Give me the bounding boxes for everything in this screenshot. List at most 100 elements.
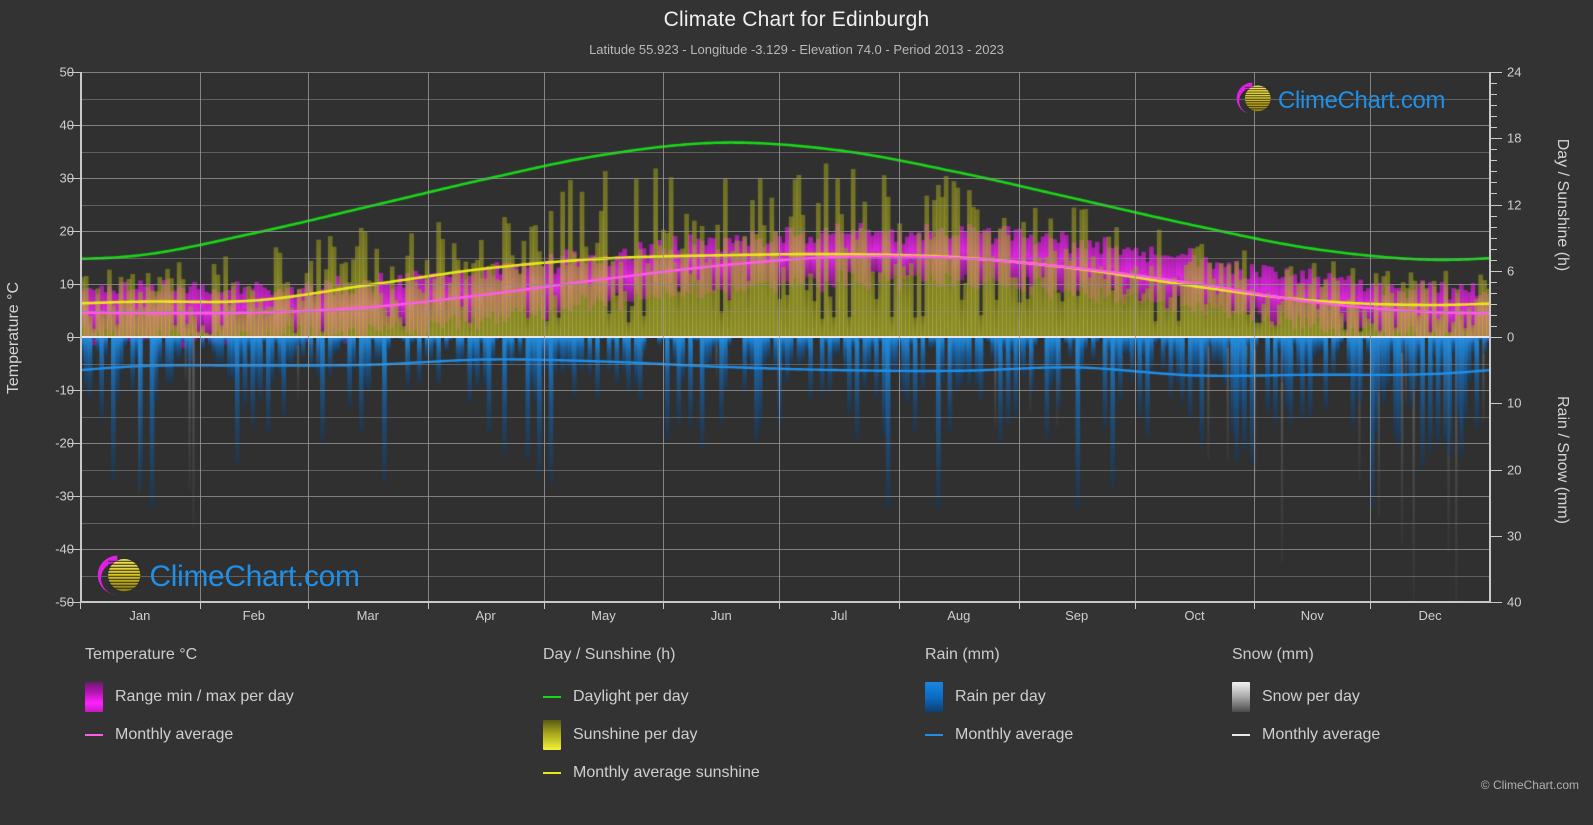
y-axis-right-tick-mark	[1491, 469, 1502, 471]
gridline-vertical	[779, 72, 780, 602]
y-axis-right-minor-tick	[1491, 215, 1497, 217]
y-axis-right-minor-tick	[1491, 127, 1497, 129]
gridline-horizontal	[80, 151, 1490, 153]
y-axis-right-minor-tick	[1491, 160, 1497, 162]
y-axis-right-minor-tick	[1491, 226, 1497, 228]
x-axis-tick-label: Jul	[830, 608, 848, 623]
y-axis-left-tick-label: 0	[14, 330, 74, 345]
page-subtitle: Latitude 55.923 - Longitude -3.129 - Ele…	[589, 42, 1004, 57]
y-axis-right-minor-tick	[1491, 182, 1497, 184]
x-axis-tick-label: Apr	[475, 608, 496, 623]
gridline-vertical	[428, 72, 429, 602]
y-axis-right-minor-tick	[1491, 303, 1497, 305]
y-axis-right-minor-tick	[1491, 237, 1497, 239]
sunshine-swatch-icon	[543, 720, 561, 750]
y-axis-left-tick-label: 10	[59, 276, 74, 292]
y-axis-right-minor-tick	[1491, 149, 1497, 151]
chart-legend: Temperature °C Range min / max per day M…	[0, 646, 1593, 806]
gridline-horizontal	[80, 522, 1490, 524]
legend-item-snow[interactable]: Snow per day	[1232, 678, 1380, 716]
gridline-horizontal	[80, 231, 1490, 232]
y-axis-left-tick-mark	[68, 178, 80, 179]
y-axis-right-minor-tick	[1491, 94, 1497, 96]
y-axis-left-tick-label: 20	[59, 223, 74, 239]
x-axis-tick-mark	[663, 601, 665, 609]
y-axis-right-minor-tick	[1491, 259, 1497, 261]
gridline-horizontal	[80, 363, 1490, 365]
y-axis-left-tick-mark	[68, 496, 80, 497]
legend-label-temp-range: Range min / max per day	[115, 688, 294, 705]
y-axis-right-tick-label: 24	[1507, 64, 1522, 80]
y-axis-right-top-title: Day / Sunshine (h)	[1554, 138, 1571, 272]
gridline-vertical	[544, 72, 545, 602]
x-axis-tick-mark	[1018, 601, 1020, 609]
legend-item-snow-average[interactable]: Monthly average	[1232, 716, 1380, 754]
y-axis-right-tick-mark	[1491, 72, 1502, 73]
y-axis-left-tick-mark	[68, 390, 80, 391]
legend-item-daylight[interactable]: Daylight per day	[543, 678, 760, 716]
gridline-horizontal	[80, 549, 1490, 550]
legend-label-rain-average: Monthly average	[955, 726, 1074, 743]
y-axis-right-minor-tick	[1491, 171, 1497, 173]
gridline-horizontal	[80, 257, 1490, 259]
y-axis-right-minor-tick	[1491, 193, 1497, 195]
legend-item-rain-average[interactable]: Monthly average	[925, 716, 1073, 754]
x-axis-tick-mark	[1254, 601, 1256, 609]
y-axis-right-minor-tick	[1491, 248, 1497, 250]
snow-swatch-icon	[1232, 682, 1250, 712]
temp-average-line-icon	[85, 734, 103, 736]
y-axis-right-tick-mark	[1491, 535, 1502, 537]
temp-range-swatch-icon	[85, 682, 103, 712]
y-axis-right-tick-mark	[1491, 204, 1502, 206]
rain-average-line-icon	[925, 734, 943, 736]
daylight-line-icon	[543, 696, 561, 698]
climechart-logo-mark-icon	[1236, 83, 1271, 115]
climechart-logo-text: ClimeChart.com	[149, 560, 360, 594]
sunshine-average-line-icon	[543, 772, 561, 774]
y-axis-right-tick-mark	[1491, 138, 1502, 140]
climechart-logo-mark	[1232, 79, 1274, 123]
legend-group-snow: Snow (mm) Snow per day Monthly average	[1232, 646, 1380, 754]
y-axis-left-tick-mark	[68, 72, 80, 73]
x-axis-tick-label: Oct	[1184, 608, 1205, 623]
y-axis-left	[80, 72, 82, 603]
y-axis-right-minor-tick	[1491, 105, 1497, 107]
legend-heading-sunshine: Day / Sunshine (h)	[543, 646, 676, 663]
legend-item-temp-average[interactable]: Monthly average	[85, 716, 294, 754]
gridline-horizontal	[80, 72, 1490, 73]
gridline-horizontal	[80, 178, 1490, 179]
gridline-horizontal	[80, 125, 1490, 126]
legend-label-sunshine-average: Monthly average sunshine	[573, 764, 760, 781]
plot-area	[80, 72, 1490, 603]
y-axis-right-minor-tick	[1491, 116, 1497, 118]
y-axis-left-tick-label: -10	[55, 382, 74, 398]
y-axis-right-tick-label: 30	[1507, 528, 1522, 544]
legend-heading-temperature: Temperature °C	[85, 646, 198, 663]
y-axis-right-minor-tick	[1491, 314, 1497, 316]
y-axis-left-tick-label: 30	[59, 170, 74, 186]
legend-item-sunshine[interactable]: Sunshine per day	[543, 716, 760, 754]
y-axis-right-tick-mark	[1491, 337, 1502, 338]
legend-label-snow: Snow per day	[1262, 688, 1360, 705]
x-axis-tick-label: Jan	[129, 608, 151, 623]
climechart-logo-text: ClimeChart.com	[1277, 87, 1446, 115]
x-axis-tick-label: Sep	[1065, 608, 1089, 623]
y-axis-right-tick-label: 6	[1507, 263, 1515, 279]
legend-item-sunshine-average[interactable]: Monthly average sunshine	[543, 754, 760, 792]
gridline-vertical	[1370, 72, 1371, 602]
legend-group-rain: Rain (mm) Rain per day Monthly average	[925, 646, 1073, 754]
climechart-logo-mark	[92, 551, 145, 604]
legend-label-snow-average: Monthly average	[1262, 726, 1381, 743]
x-axis-tick-label: May	[591, 608, 616, 623]
gridline-horizontal	[80, 204, 1490, 206]
gridline-horizontal	[80, 284, 1490, 285]
legend-item-temp-range[interactable]: Range min / max per day	[85, 678, 294, 716]
y-axis-right-tick-label: 20	[1507, 462, 1522, 477]
gridline-horizontal	[80, 443, 1490, 444]
gridline-vertical	[1019, 72, 1020, 602]
y-axis-right-tick-label: 10	[1507, 395, 1522, 411]
gridline-horizontal	[80, 469, 1490, 471]
gridline-horizontal	[80, 496, 1490, 497]
y-axis-right-tick-mark	[1491, 270, 1502, 272]
legend-item-rain[interactable]: Rain per day	[925, 678, 1073, 716]
